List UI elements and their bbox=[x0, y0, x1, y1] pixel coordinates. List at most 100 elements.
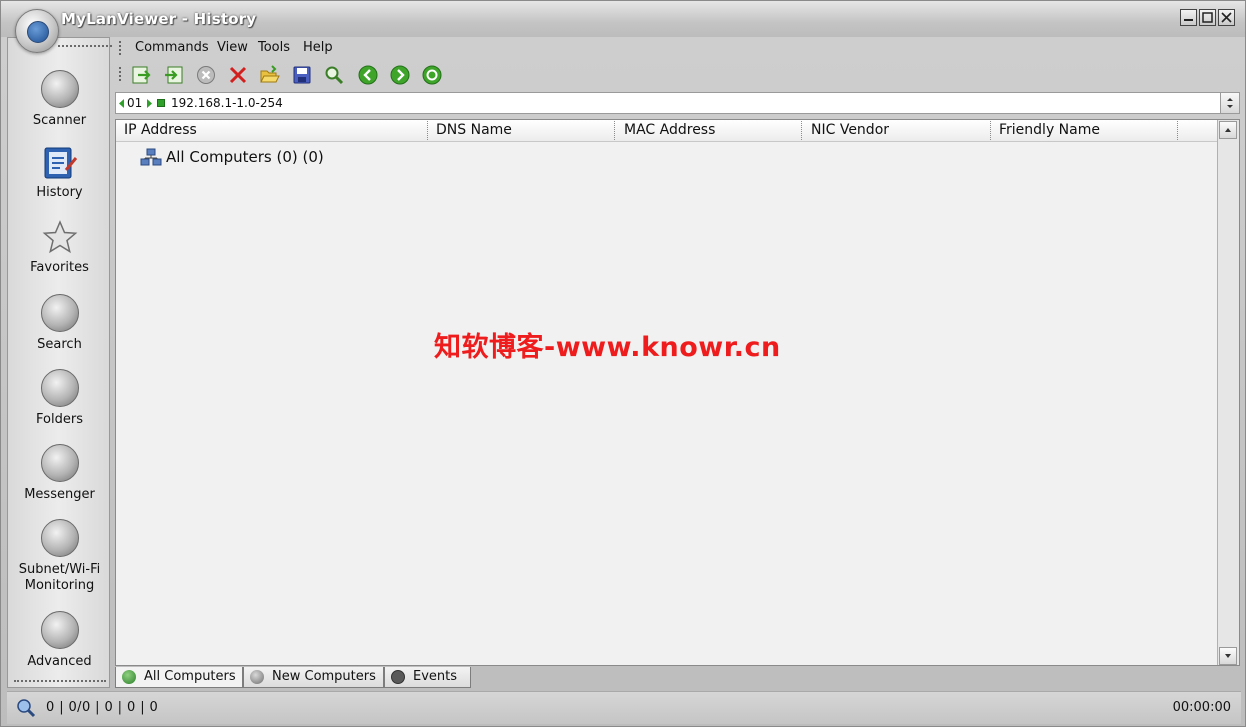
spin-arrows-icon bbox=[1227, 98, 1233, 108]
import-icon bbox=[165, 66, 183, 84]
app-logo-icon bbox=[27, 21, 49, 43]
square-icon bbox=[157, 99, 165, 107]
save-button[interactable] bbox=[292, 65, 312, 85]
toolbar-grip[interactable] bbox=[119, 67, 124, 81]
sidebar-item-label: Subnet/Wi-Fi bbox=[18, 562, 101, 577]
menu-help[interactable]: Help bbox=[303, 40, 333, 55]
network-search-icon bbox=[17, 699, 36, 718]
back-icon bbox=[358, 65, 378, 85]
address-prefix: 01 bbox=[127, 96, 143, 110]
delete-button[interactable] bbox=[228, 65, 248, 85]
chevron-up-icon bbox=[1225, 128, 1231, 132]
column-separator[interactable] bbox=[427, 121, 428, 140]
vertical-scrollbar[interactable] bbox=[1217, 120, 1239, 665]
refresh-button[interactable] bbox=[422, 65, 442, 85]
sidebar-item-label: History bbox=[36, 185, 83, 200]
info-icon bbox=[391, 670, 405, 684]
column-separator[interactable] bbox=[801, 121, 802, 140]
tab-label: New Computers bbox=[272, 669, 376, 684]
sidebar-item-history[interactable]: History bbox=[8, 144, 111, 201]
messenger-icon bbox=[40, 444, 79, 482]
column-separator[interactable] bbox=[990, 121, 991, 140]
sidebar-item-search[interactable]: Search bbox=[8, 294, 111, 353]
menu-grip[interactable] bbox=[119, 41, 124, 55]
delete-icon bbox=[229, 66, 247, 84]
maximize-button[interactable] bbox=[1199, 9, 1216, 26]
column-separator[interactable] bbox=[614, 121, 615, 140]
app-menu-orb[interactable] bbox=[15, 9, 59, 53]
import-button[interactable] bbox=[164, 65, 184, 85]
status-timer: 00:00:00 bbox=[1172, 700, 1231, 715]
column-friendly-name[interactable]: Friendly Name bbox=[999, 122, 1100, 138]
address-spin-button[interactable] bbox=[1220, 93, 1239, 113]
column-ip-address[interactable]: IP Address bbox=[124, 122, 197, 138]
menu-tools[interactable]: Tools bbox=[258, 40, 290, 55]
sidebar-item-folders[interactable]: Folders bbox=[8, 369, 111, 428]
toolbar bbox=[113, 61, 1241, 89]
sidebar-bottom-divider bbox=[14, 680, 106, 682]
search-icon bbox=[40, 294, 79, 332]
status-counts: 0 | 0/0 | 0 | 0 | 0 bbox=[46, 700, 159, 715]
chevron-down-icon bbox=[1225, 654, 1231, 658]
menu-commands[interactable]: Commands bbox=[135, 40, 209, 55]
sidebar-item-label: Favorites bbox=[30, 260, 89, 275]
minimize-icon bbox=[1184, 19, 1193, 21]
maximize-icon bbox=[1202, 12, 1213, 23]
sidebar-item-label: Messenger bbox=[24, 487, 95, 502]
network-computers-icon bbox=[140, 148, 162, 166]
export-button[interactable] bbox=[131, 65, 151, 85]
column-nic-vendor[interactable]: NIC Vendor bbox=[811, 122, 889, 138]
column-dns-name[interactable]: DNS Name bbox=[436, 122, 512, 138]
history-icon bbox=[42, 144, 78, 180]
tree-item-label: All Computers (0) (0) bbox=[166, 148, 324, 166]
sidebar-item-messenger[interactable]: Messenger bbox=[8, 444, 111, 503]
sidebar-item-label: Folders bbox=[36, 412, 83, 427]
minimize-button[interactable] bbox=[1180, 9, 1197, 26]
sidebar-item-favorites[interactable]: Favorites bbox=[8, 219, 111, 276]
arrow-right-icon bbox=[147, 99, 152, 108]
sidebar-top-divider bbox=[58, 45, 112, 47]
star-icon bbox=[42, 219, 78, 255]
new-computers-icon bbox=[250, 670, 264, 684]
watermark-text: 知软博客-www.knowr.cn bbox=[434, 332, 781, 363]
tab-label: Events bbox=[413, 669, 458, 684]
menu-view[interactable]: View bbox=[217, 40, 248, 55]
globe-icon bbox=[122, 670, 136, 684]
open-folder-button[interactable] bbox=[260, 65, 280, 85]
column-separator[interactable] bbox=[1177, 121, 1178, 140]
monitoring-icon bbox=[40, 519, 79, 557]
back-button[interactable] bbox=[358, 65, 378, 85]
tab-new-computers[interactable]: New Computers bbox=[243, 667, 384, 688]
find-icon bbox=[325, 66, 344, 85]
title-bar[interactable]: MyLanViewer - History bbox=[1, 1, 1245, 37]
arrow-left-icon bbox=[119, 99, 124, 108]
column-mac-address[interactable]: MAC Address bbox=[624, 122, 715, 138]
column-header: IP Address DNS Name MAC Address NIC Vend… bbox=[116, 120, 1217, 142]
find-button[interactable] bbox=[324, 65, 344, 85]
tab-all-computers[interactable]: All Computers bbox=[115, 667, 243, 688]
export-icon bbox=[132, 66, 151, 84]
sidebar-item-label: Advanced bbox=[27, 654, 92, 669]
status-bar: 0 | 0/0 | 0 | 0 | 0 00:00:00 bbox=[7, 691, 1241, 724]
scroll-down-button[interactable] bbox=[1219, 647, 1237, 665]
scanner-icon bbox=[40, 70, 79, 108]
sidebar-item-monitoring[interactable]: Subnet/Wi-Fi Monitoring bbox=[8, 519, 111, 594]
close-button[interactable] bbox=[1218, 9, 1235, 26]
sidebar: Scanner History Favorites Search Folders… bbox=[7, 37, 112, 688]
sidebar-item-label: Scanner bbox=[32, 113, 87, 128]
computer-list[interactable]: IP Address DNS Name MAC Address NIC Vend… bbox=[115, 119, 1240, 666]
sidebar-item-advanced[interactable]: Advanced bbox=[8, 611, 111, 670]
scroll-up-button[interactable] bbox=[1219, 121, 1237, 139]
open-folder-icon bbox=[260, 65, 280, 83]
menu-bar: Commands View Tools Help bbox=[113, 37, 1241, 59]
cancel-button[interactable] bbox=[196, 65, 216, 85]
tab-events[interactable]: Events bbox=[384, 667, 471, 688]
refresh-icon bbox=[422, 65, 442, 85]
tab-label: All Computers bbox=[144, 669, 236, 684]
window-title: MyLanViewer - History bbox=[61, 10, 257, 28]
forward-button[interactable] bbox=[390, 65, 410, 85]
address-range: 192.168.1-1.0-254 bbox=[171, 96, 283, 110]
sidebar-item-scanner[interactable]: Scanner bbox=[8, 70, 111, 129]
address-bar[interactable]: 01 192.168.1-1.0-254 bbox=[115, 92, 1240, 114]
sidebar-item-label: Search bbox=[37, 337, 82, 352]
